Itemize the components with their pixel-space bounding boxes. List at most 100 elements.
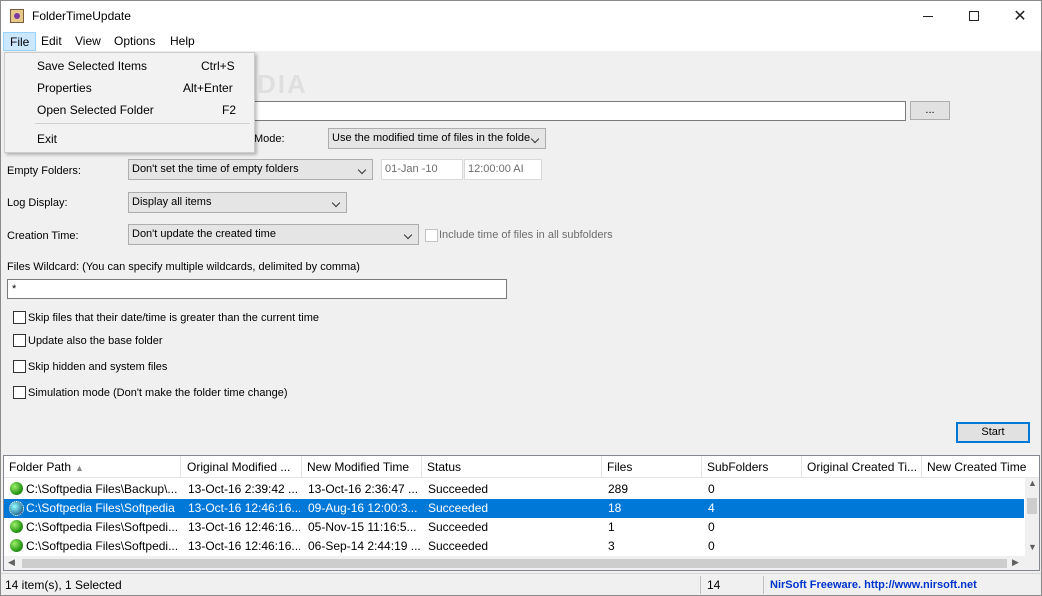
update-base-checkbox[interactable] xyxy=(13,334,26,347)
cell-original-modified: 13-Oct-16 12:46:16... xyxy=(188,501,300,515)
app-window: FolderTimeUpdate ✕ File Edit View Option… xyxy=(0,0,1042,596)
menu-separator xyxy=(35,123,250,124)
menu-options[interactable]: Options xyxy=(108,32,161,51)
status-divider xyxy=(700,576,701,594)
update-base-label: Update also the base folder xyxy=(28,335,163,347)
success-icon xyxy=(10,539,23,552)
cell-new-modified: 06-Sep-14 2:44:19 ... xyxy=(308,539,420,553)
empty-folders-select[interactable]: Don't set the time of empty folders xyxy=(128,159,373,180)
scroll-up-icon[interactable]: ▲ xyxy=(1028,478,1037,488)
column-files[interactable]: Files xyxy=(602,456,702,478)
cell-original-modified: 13-Oct-16 2:39:42 ... xyxy=(188,482,299,496)
status-items: 14 item(s), 1 Selected xyxy=(5,578,122,592)
simulation-checkbox[interactable] xyxy=(13,386,26,399)
menu-help[interactable]: Help xyxy=(164,32,201,51)
vertical-scroll-thumb[interactable] xyxy=(1027,498,1037,514)
success-icon xyxy=(10,482,23,495)
table-row[interactable]: C:\Softpedia Files\Softpedi... 13-Oct-16… xyxy=(4,537,1024,556)
cell-files: 289 xyxy=(608,482,629,496)
cell-subfolders: 0 xyxy=(708,539,715,553)
empty-date-picker[interactable]: 01-Jan -10 xyxy=(381,159,463,180)
list-header: Folder Path ▲ Original Modified ... New M… xyxy=(4,456,1039,478)
column-original-modified[interactable]: Original Modified ... xyxy=(182,456,302,478)
window-title: FolderTimeUpdate xyxy=(32,9,131,23)
success-icon xyxy=(10,520,23,533)
cell-subfolders: 4 xyxy=(708,501,715,515)
browse-button[interactable]: ... xyxy=(910,101,950,120)
menu-edit[interactable]: Edit xyxy=(35,32,68,51)
close-button[interactable]: ✕ xyxy=(997,1,1042,31)
menu-item-shortcut: Ctrl+S xyxy=(201,59,235,73)
column-original-created[interactable]: Original Created Ti... xyxy=(802,456,922,478)
include-subfolders-label: Include time of files in all subfolders xyxy=(439,229,613,241)
menu-item-label: Open Selected Folder xyxy=(37,103,154,117)
creation-time-select[interactable]: Don't update the created time xyxy=(128,224,419,245)
maximize-icon xyxy=(969,11,979,21)
cell-folder-path: C:\Softpedia Files\Softpedi... xyxy=(26,520,179,534)
menu-item-properties[interactable]: Properties Alt+Enter xyxy=(5,77,254,99)
cell-new-modified: 13-Oct-16 2:36:47 ... xyxy=(308,482,419,496)
start-button[interactable]: Start xyxy=(956,422,1030,443)
include-subfolders-checkbox[interactable] xyxy=(425,229,438,242)
column-new-modified[interactable]: New Modified Time xyxy=(302,456,422,478)
cell-folder-path: C:\Softpedia Files\Backup\... xyxy=(26,482,178,496)
vertical-scrollbar[interactable]: ▲ ▼ xyxy=(1025,478,1039,570)
app-icon xyxy=(10,9,24,23)
folder-path-input[interactable] xyxy=(254,101,906,121)
table-row[interactable]: C:\Softpedia Files\Backup\... 13-Oct-16 … xyxy=(4,480,1024,499)
log-display-select[interactable]: Display all items xyxy=(128,192,347,213)
cell-status: Succeeded xyxy=(428,501,489,515)
column-status[interactable]: Status xyxy=(422,456,602,478)
skip-future-checkbox[interactable] xyxy=(13,311,26,324)
cell-folder-path: C:\Softpedia Files\Softpedia xyxy=(26,501,175,515)
skip-hidden-label: Skip hidden and system files xyxy=(28,361,168,373)
sort-icon: ▲ xyxy=(75,463,84,473)
cell-status: Succeeded xyxy=(428,520,489,534)
menu-item-save-selected[interactable]: Save Selected Items Ctrl+S xyxy=(5,55,254,77)
menu-item-label: Properties xyxy=(37,81,92,95)
horizontal-scrollbar[interactable]: ◀ ▶ xyxy=(4,556,1025,570)
cell-new-modified: 09-Aug-16 12:00:3... xyxy=(308,501,418,515)
log-display-label: Log Display: xyxy=(7,197,68,209)
scroll-right-icon[interactable]: ▶ xyxy=(1012,557,1019,568)
close-icon: ✕ xyxy=(1013,8,1027,25)
menu-view[interactable]: View xyxy=(69,32,107,51)
menu-item-shortcut: F2 xyxy=(222,103,237,117)
table-row-selected[interactable]: C:\Softpedia Files\Softpedia 13-Oct-16 1… xyxy=(4,499,1024,518)
menu-item-open-folder[interactable]: Open Selected Folder F2 xyxy=(5,99,254,121)
scroll-left-icon[interactable]: ◀ xyxy=(8,557,15,568)
skip-future-label: Skip files that their date/time is great… xyxy=(28,312,320,324)
column-label: Folder Path xyxy=(9,460,72,474)
status-divider xyxy=(763,576,764,594)
table-row[interactable]: C:\Softpedia Files\Softpedi... 13-Oct-16… xyxy=(4,518,1024,537)
wildcard-input[interactable]: * xyxy=(7,279,507,299)
cell-status: Succeeded xyxy=(428,482,489,496)
skip-hidden-checkbox[interactable] xyxy=(13,360,26,373)
empty-time-picker[interactable]: 12:00:00 AI xyxy=(464,159,542,180)
status-bar: 14 item(s), 1 Selected 14 NirSoft Freewa… xyxy=(1,573,1041,595)
title-bar: FolderTimeUpdate ✕ xyxy=(1,1,1041,31)
empty-folders-label: Empty Folders: xyxy=(7,165,81,177)
cell-files: 18 xyxy=(608,501,622,515)
maximize-button[interactable] xyxy=(951,1,997,31)
menu-item-label: Save Selected Items xyxy=(37,59,148,73)
menu-file[interactable]: File xyxy=(3,32,37,51)
simulation-label: Simulation mode (Don't make the folder t… xyxy=(28,387,288,399)
results-list[interactable]: Folder Path ▲ Original Modified ... New M… xyxy=(3,455,1040,571)
menu-item-exit[interactable]: Exit xyxy=(5,128,254,150)
column-subfolders[interactable]: SubFolders xyxy=(702,456,802,478)
column-folder-path[interactable]: Folder Path ▲ xyxy=(4,456,181,478)
wildcard-label: Files Wildcard: (You can specify multipl… xyxy=(7,261,360,273)
scroll-down-icon[interactable]: ▼ xyxy=(1028,542,1037,552)
horizontal-scroll-thumb[interactable] xyxy=(22,559,1007,568)
menu-item-label: Exit xyxy=(37,132,58,146)
minimize-button[interactable] xyxy=(905,1,951,31)
mode-select[interactable]: Use the modified time of files in the fo… xyxy=(328,128,546,149)
nirsoft-link[interactable]: NirSoft Freeware. http://www.nirsoft.net xyxy=(770,579,977,591)
status-count: 14 xyxy=(707,578,721,592)
cell-files: 1 xyxy=(608,520,615,534)
cell-original-modified: 13-Oct-16 12:46:16... xyxy=(188,520,300,534)
file-menu-dropdown: Save Selected Items Ctrl+S Properties Al… xyxy=(4,52,255,153)
column-new-created[interactable]: New Created Time xyxy=(922,456,1039,478)
cell-subfolders: 0 xyxy=(708,482,715,496)
